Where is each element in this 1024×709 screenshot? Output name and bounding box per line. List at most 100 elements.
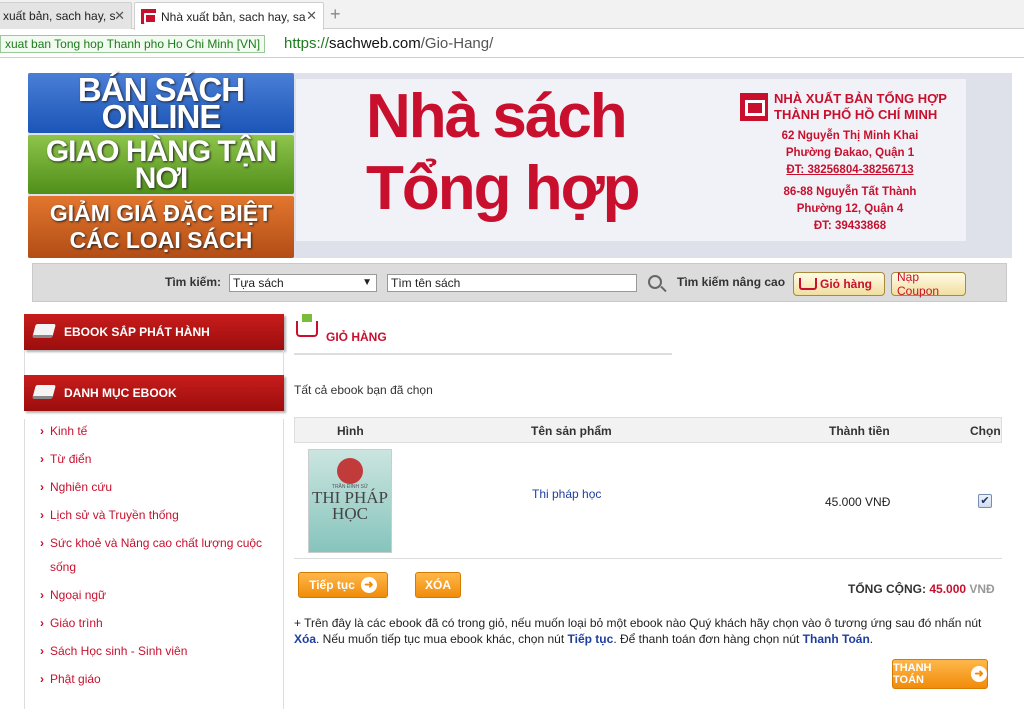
banner-tile-online[interactable]: BÁN SÁCH ONLINE xyxy=(28,73,294,133)
total-label: TỔNG CỘNG: xyxy=(848,582,926,596)
continue-button[interactable]: Tiếp tục ➜ xyxy=(298,572,388,598)
checkout-button[interactable]: THANH TOÁN ➜ xyxy=(892,659,988,689)
search-type-select[interactable]: Tựa sách ▼ xyxy=(229,274,377,292)
cover-sun-graphic xyxy=(337,458,363,484)
sidebar-category-header[interactable]: DANH MỤC EBOOK xyxy=(24,375,284,411)
publisher-name-line1: NHÀ XUẤT BẢN TỔNG HỢP xyxy=(774,91,947,106)
site-banner: BÁN SÁCH ONLINE GIAO HÀNG TẬN NƠI GIẢM G… xyxy=(28,73,1012,258)
note-xoa-link: Xóa xyxy=(294,632,317,646)
cart-table-header: Hình Tên sản phẩm Thành tiền Chọn xyxy=(294,417,1002,443)
search-icon[interactable] xyxy=(648,275,662,289)
store-title: Nhà sách Tổng hợp xyxy=(366,81,641,225)
product-name-link[interactable]: Thi pháp học xyxy=(532,487,601,501)
sidebar-item-tu-dien[interactable]: Từ điển xyxy=(25,447,283,471)
shopping-cart-icon xyxy=(296,314,318,337)
sidebar-item-phat-giao[interactable]: Phật giáo xyxy=(25,667,283,691)
table-row: TRẦN ĐÌNH SỬ THI PHÁP HỌC Thi pháp học 4… xyxy=(294,443,1002,559)
checkout-label: THANH TOÁN xyxy=(893,662,932,686)
address-2-line1: 86-88 Nguyễn Tất Thành xyxy=(783,186,917,198)
address-bar[interactable]: xuat ban Tong hop Thanh pho Ho Chi Minh … xyxy=(0,30,1024,58)
sidebar-item-nghien-cuu[interactable]: Nghiên cứu xyxy=(25,475,283,499)
note-text-1: + Trên đây là các ebook đã có trong giỏ,… xyxy=(294,616,982,630)
tab-title: Nhà xuất bản, sach hay, sa xyxy=(161,9,306,24)
banner-panel: Nhà sách Tổng hợp NHÀ XUẤT BẢN TỔNG HỢP T… xyxy=(296,79,966,241)
ev-certificate-badge[interactable]: xuat ban Tong hop Thanh pho Ho Chi Minh … xyxy=(0,35,266,53)
sidebar-upcoming-title: EBOOK SẮP PHÁT HÀNH xyxy=(64,325,210,339)
cart-button-label: Giỏ hàng xyxy=(820,277,872,291)
dropdown-arrow-icon: ▼ xyxy=(362,277,372,288)
select-checkbox[interactable]: ✔ xyxy=(978,494,992,508)
column-image: Hình xyxy=(337,424,364,438)
tile3-line2: CÁC LOẠI SÁCH xyxy=(69,227,253,253)
cart-icon xyxy=(799,278,817,290)
arrow-right-icon: ➜ xyxy=(360,577,377,593)
tab-title: xuất bản, sach hay, sa xyxy=(3,9,115,23)
cart-header: GIỎ HÀNG xyxy=(294,314,672,355)
delete-button[interactable]: XÓA xyxy=(415,572,461,598)
publisher-name-line2: THÀNH PHỐ HỒ CHÍ MINH xyxy=(774,107,938,122)
address-1-line2: Phường Đakao, Quận 1 xyxy=(785,147,915,159)
url-path: /Gio-Hang/ xyxy=(420,35,494,52)
sidebar-upcoming-body xyxy=(24,350,284,375)
cart-button[interactable]: Giỏ hàng xyxy=(793,272,885,296)
column-select: Chọn xyxy=(970,424,1001,438)
banner-tile-delivery[interactable]: GIAO HÀNG TẬN NƠI xyxy=(28,135,294,194)
tile3-line1: GIẢM GIÁ ĐẶC BIỆT xyxy=(49,200,273,226)
note-checkout-link: Thanh Toán xyxy=(802,632,870,646)
browser-tab-2[interactable]: Nhà xuất bản, sach hay, sa ✕ xyxy=(134,2,324,30)
search-type-value: Tựa sách xyxy=(233,276,284,290)
address-1-phone: ĐT: 38256804-38256713 xyxy=(786,164,914,176)
search-bar: Tìm kiếm: Tựa sách ▼ Tìm tên sách Tìm kiế… xyxy=(32,263,1007,302)
publisher-name: NHÀ XUẤT BẢN TỔNG HỢP THÀNH PHỐ HỒ CHÍ MI… xyxy=(740,91,960,123)
new-tab-icon[interactable]: + xyxy=(330,4,341,25)
book-cover-image[interactable]: TRẦN ĐÌNH SỬ THI PHÁP HỌC xyxy=(308,449,392,553)
total-value: 45.000 xyxy=(929,582,967,596)
continue-label: Tiếp tục xyxy=(309,578,355,592)
category-list: Kinh tế Từ điển Nghiên cứu Lịch sử và Tr… xyxy=(24,419,284,709)
cart-title: GIỎ HÀNG xyxy=(326,330,387,344)
address-2-line2: Phường 12, Quận 4 xyxy=(796,203,904,215)
arrow-right-icon: ➜ xyxy=(971,666,987,682)
total-unit: VNĐ xyxy=(969,582,995,596)
note-text-end: . xyxy=(869,632,874,646)
browser-tabstrip: xuất bản, sach hay, sa ✕ Nhà xuất bản, s… xyxy=(0,0,1024,30)
url-text[interactable]: https://sachweb.com/Gio-Hang/ xyxy=(284,35,493,52)
advanced-search-link[interactable]: Tìm kiếm nâng cao xyxy=(677,275,785,289)
sidebar-item-lich-su[interactable]: Lịch sử và Truyền thống xyxy=(25,503,283,527)
product-price: 45.000 VNĐ xyxy=(825,495,891,509)
address-1-line1: 62 Nguyễn Thị Minh Khai xyxy=(781,130,919,142)
sidebar-item-kinh-te[interactable]: Kinh tế xyxy=(25,419,283,443)
column-product-name: Tên sản phẩm xyxy=(531,424,612,438)
address-2-phone: ĐT: 39433868 xyxy=(813,220,887,232)
url-scheme: https:// xyxy=(284,35,330,52)
banner-tile-discount[interactable]: GIẢM GIÁ ĐẶC BIỆT CÁC LOẠI SÁCH xyxy=(28,196,294,258)
cart-total: TỔNG CỘNG: 45.000 VNĐ xyxy=(848,582,995,596)
sidebar-category-title: DANH MỤC EBOOK xyxy=(64,386,177,400)
sidebar-item-hoc-sinh[interactable]: Sách Học sinh - Sinh viên xyxy=(25,639,283,663)
sidebar-item-suc-khoe[interactable]: Sức khoẻ và Nâng cao chất lượng cuộc sốn… xyxy=(25,531,283,579)
publisher-info: NHÀ XUẤT BẢN TỔNG HỢP THÀNH PHỐ HỒ CHÍ MI… xyxy=(740,91,960,235)
book-icon xyxy=(32,385,56,399)
search-input[interactable]: Tìm tên sách xyxy=(387,274,637,292)
sidebar-item-giao-trinh[interactable]: Giáo trình xyxy=(25,611,283,635)
store-title-line1: Nhà sách xyxy=(366,82,628,151)
cart-intro: Tất cả ebook bạn đã chọn xyxy=(294,383,433,397)
cart-instructions: + Trên đây là các ebook đã có trong giỏ,… xyxy=(294,615,994,647)
close-tab-icon[interactable]: ✕ xyxy=(114,8,125,24)
store-title-line2: Tổng hợp xyxy=(366,154,641,223)
publisher-logo-icon xyxy=(740,93,768,121)
web-page: BÁN SÁCH ONLINE GIAO HÀNG TẬN NƠI GIẢM G… xyxy=(0,59,1024,709)
browser-tab-1[interactable]: xuất bản, sach hay, sa ✕ xyxy=(0,2,132,29)
note-text-3: . Để thanh toán đơn hàng chọn nút xyxy=(613,632,800,646)
note-text-2: . Nếu muốn tiếp tục mua ebook khác, chọn… xyxy=(316,632,565,646)
sidebar-upcoming-header[interactable]: EBOOK SẮP PHÁT HÀNH xyxy=(24,314,284,350)
sidebar-item-ngoai-ngu[interactable]: Ngoại ngữ xyxy=(25,583,283,607)
close-tab-icon[interactable]: ✕ xyxy=(306,8,317,24)
book-icon xyxy=(32,324,56,338)
column-amount: Thành tiền xyxy=(829,424,890,438)
cover-title: THI PHÁP HỌC xyxy=(311,488,389,523)
coupon-button[interactable]: Nạp Coupon xyxy=(891,270,966,298)
site-favicon-icon xyxy=(141,9,157,24)
url-host: sachweb.com xyxy=(329,35,421,52)
search-label: Tìm kiếm: xyxy=(165,275,222,289)
